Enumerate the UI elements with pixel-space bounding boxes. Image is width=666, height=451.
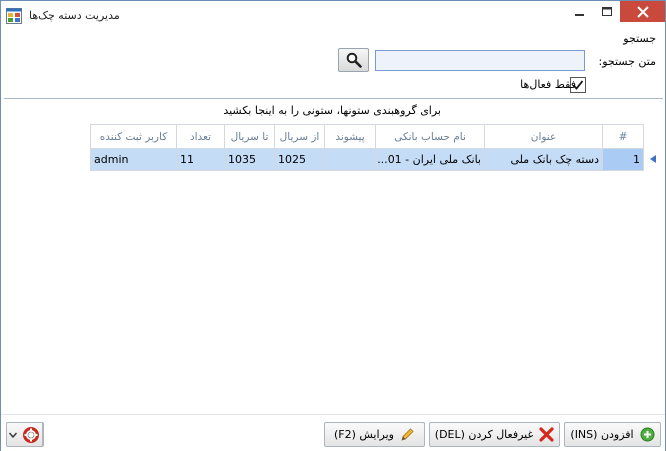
bottom-toolbar: افزودن (INS) غیرفعال کردن (DEL) ویرایش (… bbox=[1, 414, 665, 451]
close-icon bbox=[636, 5, 649, 18]
pencil-icon bbox=[400, 427, 415, 442]
current-row-arrow-icon bbox=[649, 155, 656, 163]
cell-count[interactable]: 11 bbox=[176, 148, 225, 171]
grid-area: برای گروهبندی ستونها، ستونی را به اینجا … bbox=[4, 98, 663, 414]
column-header-from-serial[interactable]: از سریال bbox=[274, 124, 325, 149]
search-group: جستجو متن جستجو: فقط فعال‌ها bbox=[4, 31, 662, 97]
minimize-icon bbox=[575, 13, 584, 16]
lifebuoy-icon[interactable] bbox=[19, 423, 43, 446]
cell-from-serial[interactable]: 1025 bbox=[274, 148, 325, 171]
group-by-panel[interactable]: برای گروهبندی ستونها، ستونی را به اینجا … bbox=[4, 99, 663, 124]
column-header-count[interactable]: تعداد bbox=[176, 124, 225, 149]
column-header-to-serial[interactable]: تا سریال bbox=[224, 124, 275, 149]
search-input[interactable] bbox=[375, 50, 585, 71]
app-icon[interactable] bbox=[6, 8, 22, 24]
cell-bank-account[interactable]: بانک ملی ایران - 01... bbox=[375, 148, 485, 171]
cell-to-serial[interactable]: 1035 bbox=[224, 148, 275, 171]
cell-title[interactable]: دسته چک بانک ملی bbox=[484, 148, 603, 171]
row-indicator[interactable] bbox=[643, 148, 662, 170]
maximize-icon bbox=[602, 6, 612, 16]
search-group-title: جستجو bbox=[623, 32, 656, 45]
column-header-index[interactable]: # bbox=[602, 124, 644, 149]
group-by-hint: برای گروهبندی ستونها، ستونی را به اینجا … bbox=[223, 104, 441, 117]
search-button[interactable] bbox=[338, 48, 369, 72]
cell-prefix[interactable] bbox=[324, 148, 376, 171]
column-header-creator[interactable]: کاربر ثبت کننده bbox=[90, 124, 177, 149]
deactivate-button-label: غیرفعال کردن (DEL) bbox=[434, 428, 534, 441]
table-header-row: # عنوان نام حساب بانکی پیشوند از سریال ت… bbox=[90, 124, 644, 149]
chevron-down-icon[interactable] bbox=[7, 423, 19, 446]
magnifier-icon bbox=[346, 52, 362, 68]
edit-button-label: ویرایش (F2) bbox=[334, 428, 394, 441]
window: مدیریت دسته چک‌ها جستجو متن جستجو: فقط ف… bbox=[0, 0, 666, 451]
cell-index[interactable]: 1 bbox=[602, 148, 644, 171]
maximize-button[interactable] bbox=[594, 1, 620, 22]
active-only-label: فقط فعال‌ها bbox=[520, 78, 576, 91]
plus-circle-icon bbox=[640, 427, 655, 442]
title-bar: مدیریت دسته چک‌ها bbox=[1, 1, 665, 31]
column-header-title[interactable]: عنوان bbox=[484, 124, 603, 149]
column-header-prefix[interactable]: پیشوند bbox=[324, 124, 376, 149]
help-menu-button[interactable] bbox=[6, 422, 44, 447]
table-row[interactable]: 1 دسته چک بانک ملی بانک ملی ایران - 01..… bbox=[90, 148, 644, 171]
add-button[interactable]: افزودن (INS) bbox=[564, 422, 661, 447]
add-button-label: افزودن (INS) bbox=[570, 428, 634, 441]
cell-creator[interactable]: admin bbox=[90, 148, 177, 171]
window-title: مدیریت دسته چک‌ها bbox=[29, 9, 120, 22]
minimize-button[interactable] bbox=[566, 1, 594, 22]
red-x-icon bbox=[539, 427, 554, 442]
search-field-label: متن جستجو: bbox=[598, 55, 656, 68]
column-header-bank-account[interactable]: نام حساب بانکی bbox=[375, 124, 485, 149]
edit-button[interactable]: ویرایش (F2) bbox=[324, 422, 425, 447]
checkbooks-table: # عنوان نام حساب بانکی پیشوند از سریال ت… bbox=[90, 124, 644, 171]
close-button[interactable] bbox=[620, 1, 665, 22]
deactivate-button[interactable]: غیرفعال کردن (DEL) bbox=[429, 422, 560, 447]
